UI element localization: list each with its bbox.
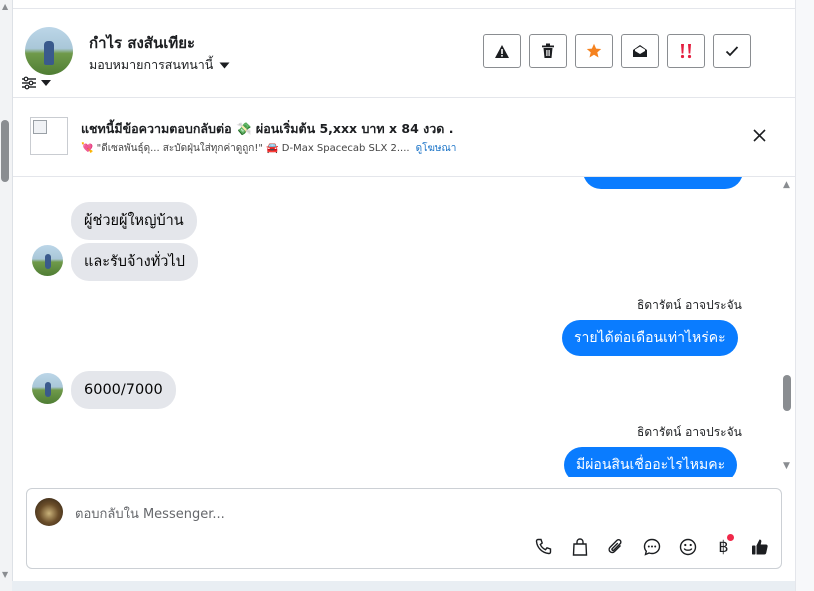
top-divider [13,0,796,9]
message-bubble-incoming[interactable]: และรับจ้างทั่วไป [71,243,198,281]
conversation-panel: กำไร สงสันเทียะ มอบหมายการสนทนานี้ แชทนี… [12,0,796,581]
contact-avatar[interactable] [25,27,73,75]
saved-replies-button[interactable] [640,535,663,558]
ad-subtitle-text: 💘 "ดีเซลพันธุ์ดุ... สะบัดฝุ่นใส่ทุกค่าดู… [81,143,410,154]
thread-scrollbar[interactable]: ▲ ▼ [781,177,795,477]
message-bubble-outgoing[interactable]: รายได้ต่อเดือนเท่าไหร่คะ [562,320,738,356]
attach-button[interactable] [604,535,627,558]
check-icon [725,46,739,57]
header-actions [483,34,751,68]
star-button[interactable] [575,34,613,68]
urgent-icon [680,44,692,59]
view-ad-link[interactable]: ดูโฆษณา [416,143,457,154]
message-bubble-incoming[interactable]: ผู้ช่วยผู้ใหญ่บ้าน [71,202,197,240]
phone-icon [535,538,552,555]
star-icon [586,43,602,58]
filter-dropdown-button[interactable] [21,73,61,93]
message-thread[interactable]: ผู้ช่วยผู้ใหญ่บ้าน และรับจ้างทั่วไป ธิดา… [13,177,796,477]
assign-conversation-dropdown[interactable]: มอบหมายการสนทนานี้ [89,55,230,75]
notification-dot [727,534,734,541]
ad-thumbnail[interactable] [30,117,68,155]
right-panel-edge [795,0,814,591]
page-scrollbar-thumb[interactable] [1,120,9,182]
ad-subtitle: 💘 "ดีเซลพันธุ์ดุ... สะบัดฝุ่นใส่ทุกค่าดู… [81,141,456,156]
caret-down-icon [219,62,230,68]
thread-scroll-down-arrow[interactable]: ▼ [783,461,790,471]
thread-scrollbar-thumb[interactable] [783,375,791,411]
envelope-open-icon [633,45,647,57]
page-scrollbar[interactable]: ▲ ▼ [0,0,12,591]
chat-bubble-icon [643,538,660,556]
conversation-header: กำไร สงสันเทียะ มอบหมายการสนทนานี้ [13,9,796,98]
mark-done-button[interactable] [713,34,751,68]
sender-name: ธิดารัตน์ อาจประจัน [637,425,742,439]
warning-icon [495,44,509,58]
shop-button[interactable] [568,535,591,558]
like-button[interactable] [748,535,771,558]
message-bubble-outgoing-partial [583,177,743,189]
page-avatar [35,498,63,526]
assign-label: มอบหมายการสนทนานี้ [89,57,214,72]
thumbs-up-icon [751,539,768,554]
composer-toolbar: ฿ [532,534,771,558]
reply-composer[interactable]: ตอบกลับใน Messenger... ฿ [26,488,782,569]
reply-input[interactable]: ตอบกลับใน Messenger... [75,503,225,524]
scroll-up-arrow[interactable]: ▲ [2,2,8,11]
mark-unread-button[interactable] [621,34,659,68]
caret-down-icon [41,80,51,86]
message-bubble-incoming[interactable]: 6000/7000 [71,371,176,409]
ad-referral-banner: แชทนี้มีข้อความตอบกลับต่อ 💸 ผ่อนเริ่มต้น… [13,98,796,177]
contact-name: กำไร สงสันเทียะ [89,34,196,52]
mark-urgent-button[interactable] [667,34,705,68]
call-button[interactable] [532,535,555,558]
close-banner-button[interactable] [749,125,769,145]
sender-name: ธิดารัตน์ อาจประจัน [637,298,742,312]
emoji-button[interactable] [676,535,699,558]
emoji-icon [679,538,696,555]
paperclip-icon [607,538,622,553]
message-bubble-outgoing[interactable]: มีผ่อนสินเชื่ออะไรไหมคะ [564,447,738,477]
thread-scroll-up-arrow[interactable]: ▲ [783,180,790,190]
contact-avatar-small [32,245,63,276]
contact-avatar-small [32,373,63,404]
delete-button[interactable] [529,34,567,68]
ad-title: แชทนี้มีข้อความตอบกลับต่อ 💸 ผ่อนเริ่มต้น… [81,121,454,136]
close-icon [752,128,766,142]
report-spam-button[interactable] [483,34,521,68]
payment-button[interactable]: ฿ [712,534,735,558]
scroll-down-arrow[interactable]: ▼ [2,570,8,579]
trash-icon [542,43,554,58]
shopping-bag-icon [572,537,587,556]
sliders-icon [22,76,36,90]
